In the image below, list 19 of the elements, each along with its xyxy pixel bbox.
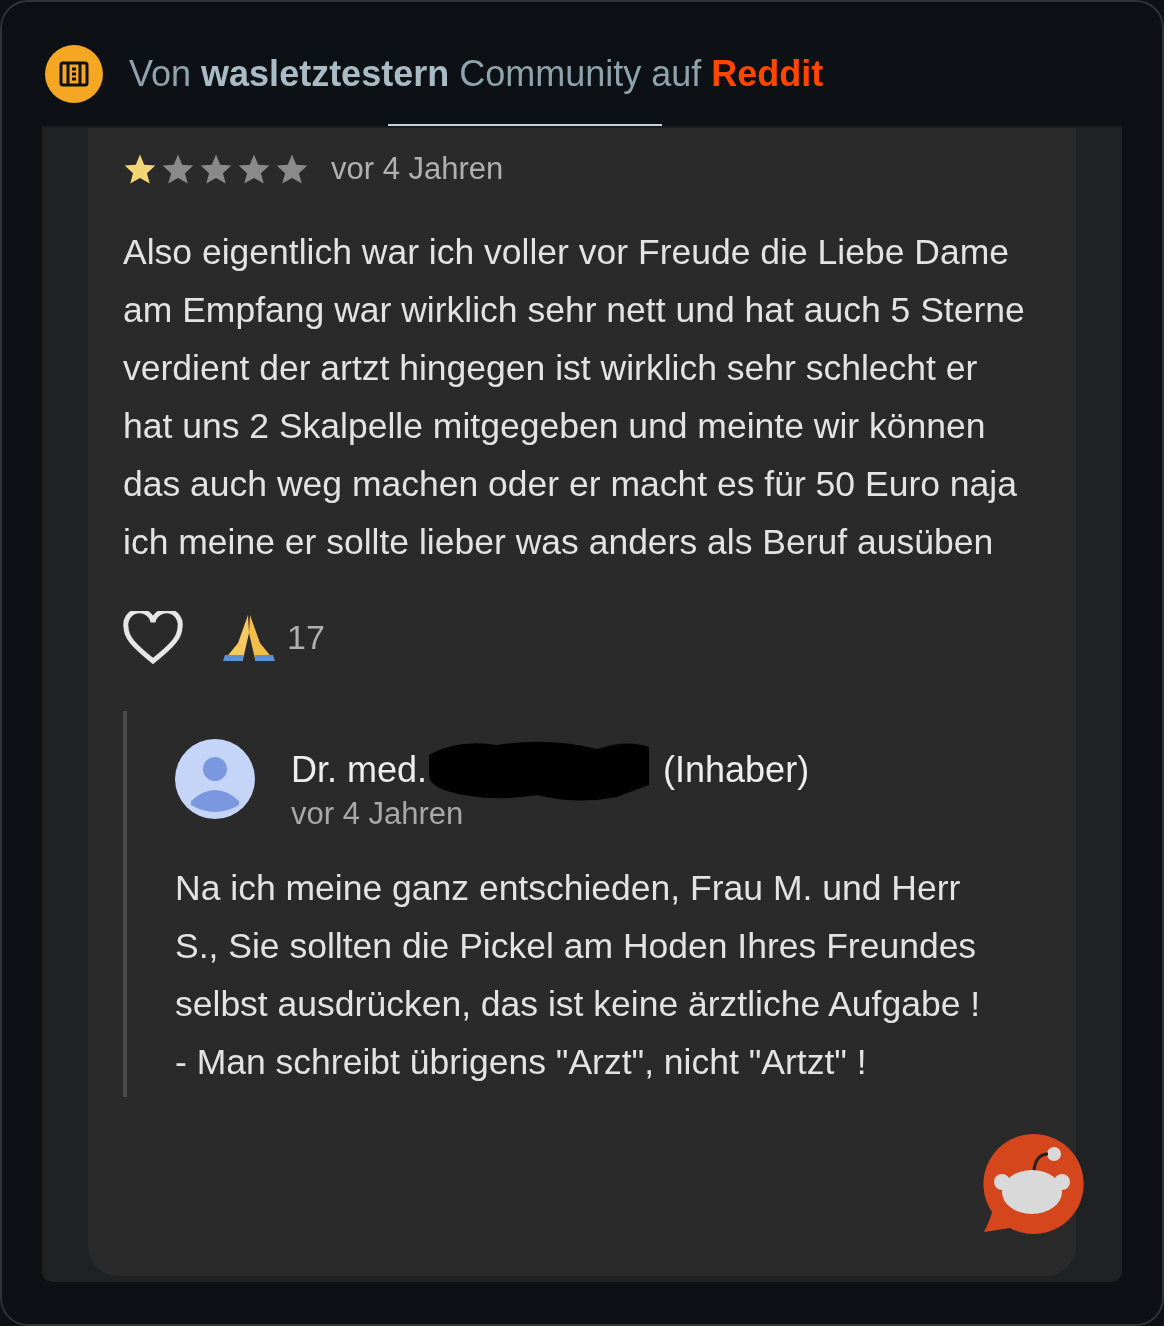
header-text: Community auf — [459, 52, 702, 96]
review-text: Also eigentlich war ich voller vor Freude die Liebe Dame am Empfang war wirklich sehr nett und hat auch 5 Sterne verdient der artzt hingegen ist wirklich sehr schlecht er hat uns 2 Skalpelle mitgegeben und meinte wir können das auch weg machen oder er macht es für 50 Euro naja ich meine er sollte lieber was anders als Beruf ausüben — [123, 230, 1026, 564]
owner-name: Dr. med. — [291, 747, 428, 792]
review-time: vor 4 Jahren — [331, 150, 504, 188]
header-text: Von — [129, 52, 192, 96]
reply-time: vor 4 Jahren — [291, 794, 465, 833]
star-icon — [199, 153, 233, 186]
star-icon — [237, 153, 271, 186]
star-icon — [275, 153, 309, 186]
community-icon — [45, 45, 103, 103]
owner-role: (Inhaber) — [663, 747, 810, 792]
community-name[interactable]: wasletztestern — [201, 47, 450, 101]
reply-text: Na ich meine ganz entschieden, Frau M. und Herr S., Sie sollten die Pickel am Hoden Ihres Freundes selbst ausdrücken, das ist keine ärztliche Aufgabe ! - Man schreibt übrigens "Arzt", nicht "Artzt" ! — [175, 867, 982, 1084]
avatar-icon — [175, 738, 255, 819]
star-icon — [123, 153, 157, 186]
star-icon — [161, 153, 195, 186]
site-name[interactable]: Reddit — [711, 47, 824, 101]
heart-icon[interactable] — [123, 610, 183, 665]
reaction-count: 17 — [287, 617, 325, 658]
